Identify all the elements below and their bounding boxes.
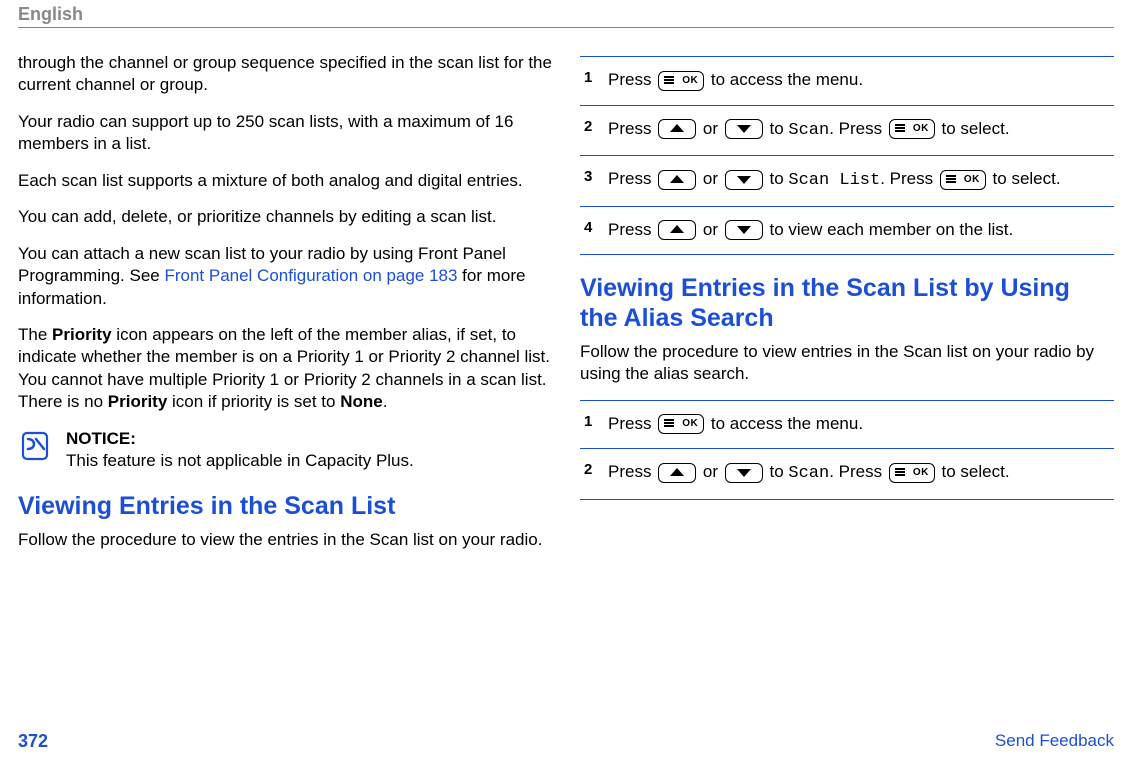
ok-button-icon bbox=[658, 71, 704, 91]
text: to bbox=[765, 169, 789, 188]
section-title-alias-search: Viewing Entries in the Scan List by Usin… bbox=[580, 273, 1114, 333]
ok-button-icon bbox=[889, 463, 935, 483]
bold-priority: Priority bbox=[52, 325, 112, 344]
text: . Press bbox=[880, 169, 938, 188]
page-number: 372 bbox=[18, 731, 48, 752]
step-number: 2 bbox=[584, 459, 598, 487]
para: You can add, delete, or prioritize chann… bbox=[18, 206, 552, 228]
ok-button-icon bbox=[940, 170, 986, 190]
step-number: 2 bbox=[584, 116, 598, 144]
step-number: 1 bbox=[584, 411, 598, 437]
front-panel-config-link[interactable]: Front Panel Configuration on page 183 bbox=[164, 266, 457, 285]
text: to view each member on the list. bbox=[765, 220, 1014, 239]
text: to bbox=[765, 462, 789, 481]
section-intro: Follow the procedure to view entries in … bbox=[580, 341, 1114, 386]
ok-button-icon bbox=[889, 119, 935, 139]
text: to select. bbox=[988, 169, 1061, 188]
section-title-viewing-entries: Viewing Entries in the Scan List bbox=[18, 491, 552, 521]
up-arrow-button-icon bbox=[658, 463, 696, 483]
down-arrow-button-icon bbox=[725, 463, 763, 483]
para: through the channel or group sequence sp… bbox=[18, 52, 552, 97]
text: or bbox=[698, 119, 723, 138]
text: to bbox=[765, 119, 789, 138]
steps-list-b: 1 Press to access the menu. 2 Press or t… bbox=[580, 400, 1114, 500]
down-arrow-button-icon bbox=[725, 220, 763, 240]
text: to select. bbox=[937, 462, 1010, 481]
text: or bbox=[698, 220, 723, 239]
down-arrow-button-icon bbox=[725, 119, 763, 139]
text: to select. bbox=[937, 119, 1010, 138]
step-row: 1 Press to access the menu. bbox=[580, 57, 1114, 106]
text: Press bbox=[608, 220, 656, 239]
up-arrow-button-icon bbox=[658, 119, 696, 139]
text: Press bbox=[608, 70, 656, 89]
step-number: 3 bbox=[584, 166, 598, 194]
step-row: 4 Press or to view each member on the li… bbox=[580, 207, 1114, 256]
text: or bbox=[698, 169, 723, 188]
step-row: 2 Press or to Scan. Press to select. bbox=[580, 449, 1114, 500]
para: Each scan list supports a mixture of bot… bbox=[18, 170, 552, 192]
notice-block: NOTICE: This feature is not applicable i… bbox=[18, 428, 552, 473]
text: . bbox=[383, 392, 388, 411]
header-language: English bbox=[18, 4, 1114, 28]
text: Press bbox=[608, 414, 656, 433]
text: Press bbox=[608, 169, 656, 188]
text: The bbox=[18, 325, 52, 344]
ok-button-icon bbox=[658, 414, 704, 434]
notice-text: This feature is not applicable in Capaci… bbox=[66, 451, 414, 470]
notice-icon bbox=[18, 428, 54, 464]
text: . Press bbox=[829, 119, 887, 138]
right-column: 1 Press to access the menu. 2 Press or t… bbox=[580, 52, 1114, 565]
text: to access the menu. bbox=[706, 414, 863, 433]
text: or bbox=[698, 462, 723, 481]
para-with-link: You can attach a new scan list to your r… bbox=[18, 243, 552, 310]
step-row: 2 Press or to Scan. Press to select. bbox=[580, 106, 1114, 157]
text: . Press bbox=[829, 462, 887, 481]
step-row: 3 Press or to Scan List. Press to select… bbox=[580, 156, 1114, 207]
section-intro: Follow the procedure to view the entries… bbox=[18, 529, 552, 551]
text: Press bbox=[608, 462, 656, 481]
bold-priority: Priority bbox=[108, 392, 168, 411]
up-arrow-button-icon bbox=[658, 220, 696, 240]
text: to access the menu. bbox=[706, 70, 863, 89]
code-text: Scan List bbox=[788, 171, 880, 190]
para-priority: The Priority icon appears on the left of… bbox=[18, 324, 552, 414]
steps-list-a: 1 Press to access the menu. 2 Press or t… bbox=[580, 56, 1114, 255]
bold-none: None bbox=[340, 392, 383, 411]
text: icon if priority is set to bbox=[167, 392, 340, 411]
step-number: 4 bbox=[584, 217, 598, 243]
down-arrow-button-icon bbox=[725, 170, 763, 190]
step-number: 1 bbox=[584, 67, 598, 93]
code-text: Scan bbox=[788, 464, 829, 483]
send-feedback-link[interactable]: Send Feedback bbox=[995, 731, 1114, 752]
text: Press bbox=[608, 119, 656, 138]
code-text: Scan bbox=[788, 121, 829, 140]
para: Your radio can support up to 250 scan li… bbox=[18, 111, 552, 156]
up-arrow-button-icon bbox=[658, 170, 696, 190]
notice-title: NOTICE: bbox=[66, 429, 136, 448]
step-row: 1 Press to access the menu. bbox=[580, 401, 1114, 450]
left-column: through the channel or group sequence sp… bbox=[18, 52, 552, 565]
